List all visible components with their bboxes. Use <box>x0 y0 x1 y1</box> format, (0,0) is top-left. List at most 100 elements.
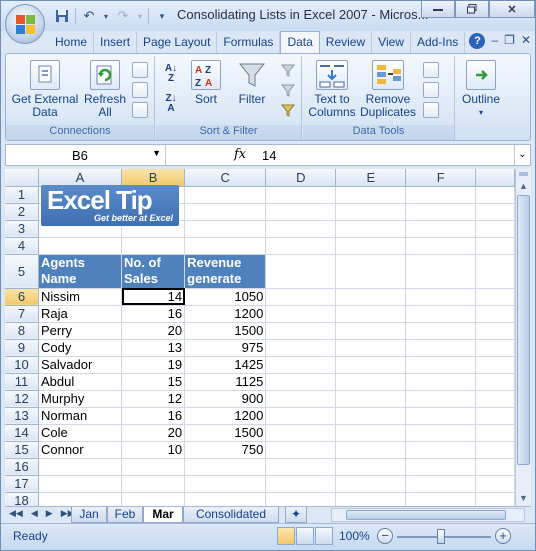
scroll-down-icon[interactable]: ▼ <box>516 490 531 506</box>
cell[interactable] <box>405 390 477 408</box>
table-data-cell[interactable]: 12 <box>120 389 186 408</box>
office-button[interactable] <box>5 4 45 44</box>
minimize-ribbon-icon[interactable]: – <box>491 33 498 49</box>
cell[interactable] <box>335 458 407 476</box>
table-data-cell[interactable]: Cody <box>37 338 123 357</box>
vertical-scroll-thumb[interactable] <box>517 195 530 465</box>
cell[interactable] <box>405 237 477 255</box>
connections-icon[interactable] <box>132 62 148 78</box>
table-data-cell[interactable]: Murphy <box>37 389 123 408</box>
remove-duplicates-button[interactable]: Remove Duplicates <box>359 60 417 119</box>
table-data-cell[interactable]: Raja <box>37 304 123 323</box>
sheet-tab-consolidated[interactable]: Consolidated <box>183 507 279 523</box>
cell[interactable] <box>335 356 407 374</box>
row-header[interactable]: 16 <box>5 458 39 476</box>
table-data-cell[interactable]: 14 <box>120 287 186 306</box>
row-header[interactable]: 4 <box>5 237 39 255</box>
scroll-up-icon[interactable]: ▲ <box>516 178 531 194</box>
cell[interactable] <box>265 475 337 493</box>
cell[interactable] <box>405 356 477 374</box>
cell[interactable] <box>475 220 515 238</box>
tab-view[interactable]: View <box>372 32 411 53</box>
tab-add-ins[interactable]: Add-Ins <box>411 32 466 53</box>
table-data-cell[interactable]: 19 <box>120 355 186 374</box>
insert-function-icon[interactable]: fx <box>234 147 246 162</box>
restore-button[interactable] <box>455 1 489 18</box>
help-icon[interactable]: ? <box>469 33 486 49</box>
tab-review[interactable]: Review <box>320 32 373 53</box>
column-header[interactable]: B <box>121 169 186 187</box>
horizontal-scroll-thumb[interactable] <box>346 510 506 520</box>
cell[interactable] <box>265 288 337 306</box>
cell[interactable] <box>405 492 477 506</box>
zoom-out-icon[interactable]: − <box>377 528 393 544</box>
close-button[interactable]: ✕ <box>489 1 535 18</box>
redo-dropdown-icon[interactable]: ▾ <box>136 7 144 25</box>
cell[interactable] <box>335 186 407 204</box>
table-data-cell[interactable]: 1125 <box>184 372 267 391</box>
vertical-scrollbar[interactable]: ▲ ▼ <box>515 169 531 506</box>
properties-icon[interactable] <box>132 82 148 98</box>
undo-dropdown-icon[interactable]: ▾ <box>102 7 110 25</box>
cell[interactable] <box>335 492 407 506</box>
cell[interactable] <box>335 322 407 340</box>
cell[interactable] <box>265 203 337 221</box>
row-header[interactable]: 18 <box>5 492 39 506</box>
row-header[interactable]: 12 <box>5 390 39 408</box>
split-box[interactable] <box>519 172 528 176</box>
filter-button[interactable]: Filter <box>232 60 272 106</box>
cell[interactable] <box>335 441 407 459</box>
outline-button[interactable]: Outline ▾ <box>458 60 504 119</box>
cell[interactable] <box>265 356 337 374</box>
row-header[interactable]: 7 <box>5 305 39 323</box>
normal-view-icon[interactable] <box>277 527 295 545</box>
worksheet-grid[interactable]: A B C D E F 1 2 3 4 5 Agents Name No. of Sales… <box>5 169 515 506</box>
sort-button[interactable]: AZZA Sort <box>186 60 226 106</box>
cell[interactable] <box>405 322 477 340</box>
row-header[interactable]: 6 <box>5 288 39 306</box>
row-header[interactable]: 11 <box>5 373 39 391</box>
refresh-all-button[interactable]: Refresh All <box>82 60 128 119</box>
cell[interactable] <box>335 339 407 357</box>
cell[interactable] <box>475 322 515 340</box>
sheet-tab-jan[interactable]: Jan <box>71 507 107 523</box>
zoom-slider-thumb[interactable] <box>437 529 445 544</box>
cell[interactable] <box>184 186 267 204</box>
edit-links-icon[interactable] <box>132 102 148 118</box>
cell[interactable] <box>335 203 407 221</box>
cell[interactable] <box>184 237 267 255</box>
cell[interactable] <box>265 254 337 289</box>
cell[interactable] <box>335 475 407 493</box>
tab-insert[interactable]: Insert <box>94 32 138 53</box>
cell[interactable] <box>475 254 515 289</box>
cell[interactable] <box>475 492 515 506</box>
cell[interactable] <box>405 254 477 289</box>
cell[interactable] <box>265 322 337 340</box>
cell[interactable] <box>265 441 337 459</box>
advanced-filter-icon[interactable] <box>280 102 296 118</box>
column-header[interactable]: A <box>38 169 123 187</box>
cell[interactable] <box>405 203 477 221</box>
cell[interactable] <box>335 305 407 323</box>
table-data-cell[interactable]: Norman <box>37 406 123 425</box>
redo-icon[interactable]: ↷ <box>114 7 132 25</box>
table-data-cell[interactable]: 1500 <box>184 423 267 442</box>
cell[interactable] <box>265 407 337 425</box>
table-data-cell[interactable]: 10 <box>120 440 186 459</box>
table-data-cell[interactable]: 1425 <box>184 355 267 374</box>
row-header[interactable]: 13 <box>5 407 39 425</box>
cell[interactable] <box>475 424 515 442</box>
cell[interactable] <box>184 475 267 493</box>
first-sheet-icon[interactable]: ◀◀ <box>9 508 23 519</box>
table-data-cell[interactable]: 16 <box>120 304 186 323</box>
table-data-cell[interactable]: 1200 <box>184 406 267 425</box>
cell[interactable] <box>265 339 337 357</box>
row-header[interactable]: 2 <box>5 203 39 221</box>
cell[interactable] <box>265 390 337 408</box>
cell[interactable] <box>405 424 477 442</box>
column-header[interactable]: E <box>335 169 407 187</box>
insert-sheet-icon[interactable]: ✦ <box>285 507 307 523</box>
cell[interactable] <box>184 203 267 221</box>
row-header[interactable]: 3 <box>5 220 39 238</box>
cell[interactable] <box>335 373 407 391</box>
